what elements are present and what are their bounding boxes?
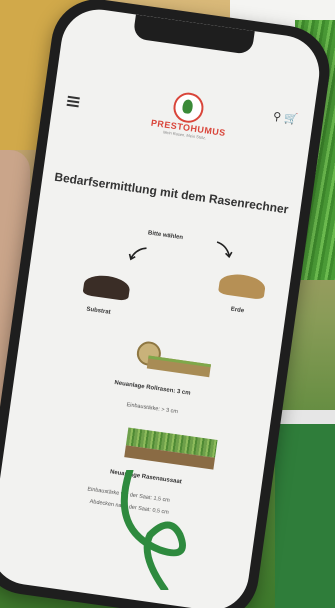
brand-logo[interactable]: PRESTOHUMUS Mein Rasen. Mein Stolz.	[150, 88, 226, 142]
logo-mark-icon	[171, 90, 206, 125]
decorative-swirl	[120, 470, 186, 590]
background-scene: PRESTOHUMUS Mein Rasen. Mein Stolz. ⚲ 🛒 …	[0, 0, 335, 608]
substrat-option-label[interactable]: Substrat	[86, 306, 111, 315]
phone-notch	[132, 14, 255, 55]
rasenaussaat-icon	[124, 427, 218, 470]
rollrasen-detail: Einbaustärke: > 3 cm	[126, 401, 179, 416]
hamburger-menu-icon[interactable]	[66, 95, 80, 108]
product-bag	[275, 410, 335, 608]
search-icon[interactable]: ⚲	[272, 111, 282, 124]
erde-option-image[interactable]	[217, 271, 267, 300]
page-title: Bedarfsermittlung mit dem Rasenrechner	[53, 169, 290, 217]
cart-icon[interactable]: 🛒	[283, 112, 298, 126]
erde-option-label[interactable]: Erde	[230, 307, 244, 315]
arrow-right-icon	[216, 241, 233, 259]
choose-label: Bitte wählen	[147, 230, 184, 242]
rollrasen-icon	[135, 340, 213, 378]
arrow-left-icon	[128, 247, 147, 261]
rollrasen-label: Neuanlage Rollrasen: 3 cm	[114, 380, 191, 397]
header-icons: ⚲ 🛒	[272, 110, 298, 126]
substrat-option-image[interactable]	[82, 272, 132, 302]
